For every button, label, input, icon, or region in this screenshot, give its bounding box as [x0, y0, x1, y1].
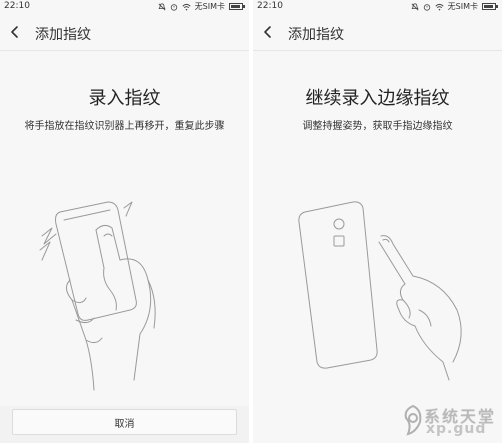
app-bar: 添加指纹: [0, 16, 249, 50]
left-screen: 22:10 无SIM卡 添加指纹 录入指纹 将手指放在指纹识别器上再移开，重复此…: [0, 0, 249, 443]
mute-icon: [411, 2, 419, 10]
app-bar: 添加指纹: [253, 16, 502, 50]
hand-holding-phone-illustration: [39, 201, 156, 391]
instruction-text: 将手指放在指纹识别器上再移开，重复此步骤: [24, 121, 225, 132]
wifi-icon: [435, 3, 444, 10]
status-bar: 22:10 无SIM卡: [0, 0, 249, 16]
alarm-icon: [423, 3, 430, 11]
battery-icon: [229, 3, 245, 10]
wifi-icon: [182, 3, 191, 10]
instruction-text: 调整持握姿势，获取手指边缘指纹: [302, 121, 453, 132]
back-arrow-icon[interactable]: [6, 23, 24, 41]
status-time: 22:10: [4, 1, 30, 11]
status-bar: 22:10 无SIM卡: [253, 0, 502, 16]
sim-status: 无SIM卡: [447, 2, 478, 11]
battery-icon: [482, 3, 498, 10]
page-title: 添加指纹: [35, 27, 91, 43]
watermark-logo: 系统天堂 xp.gud: [400, 401, 498, 441]
back-arrow-icon[interactable]: [259, 23, 277, 41]
sim-status: 无SIM卡: [194, 2, 225, 11]
page-title: 添加指纹: [288, 27, 344, 43]
right-screen: 22:10 无SIM卡 添加指纹 继续录入边缘指纹 调整持握姿势，获取手指边缘指…: [253, 0, 502, 443]
divider: [0, 50, 249, 51]
phone-and-finger-illustration: [298, 201, 462, 381]
cancel-button[interactable]: 取消: [12, 409, 237, 435]
status-time: 22:10: [257, 1, 283, 11]
alarm-icon: [170, 3, 177, 11]
heading: 录入指纹: [88, 88, 161, 109]
status-icons: 无SIM卡: [158, 1, 245, 12]
status-icons: 无SIM卡: [411, 1, 498, 12]
watermark-badge-icon: [404, 404, 422, 436]
divider: [253, 50, 502, 51]
heading: 继续录入边缘指纹: [305, 88, 450, 109]
watermark-subtext: xp.gud: [426, 421, 487, 437]
bottom-bar: 取消: [0, 406, 249, 443]
mute-icon: [158, 2, 166, 10]
